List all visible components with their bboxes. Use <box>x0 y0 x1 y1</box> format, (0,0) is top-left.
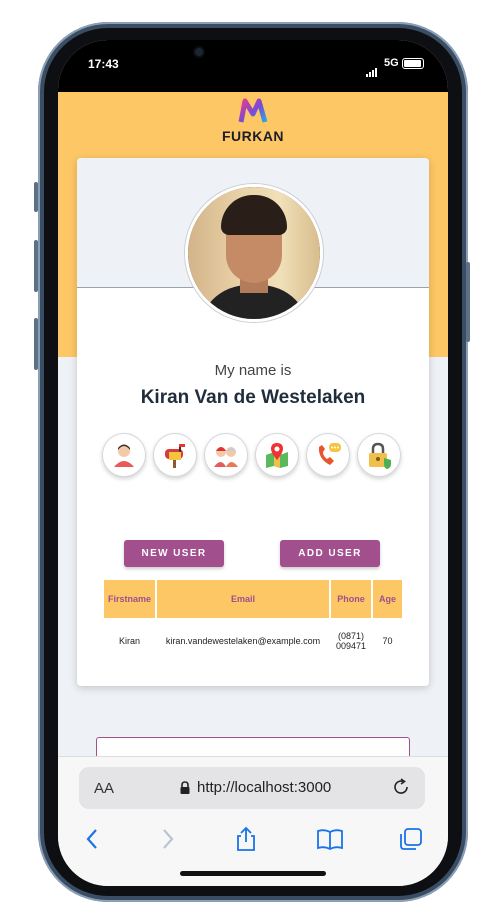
cell-phone: (0871) 009471 <box>331 620 371 662</box>
column-header-phone: Phone <box>331 580 371 618</box>
status-time: 17:43 <box>88 57 119 71</box>
screen: 17:43 5G FURKAN My name is Kiran Van de … <box>58 40 448 886</box>
power-button <box>466 262 470 342</box>
cell-firstname: Kiran <box>118 636 140 646</box>
secure-lock-icon <box>179 781 191 795</box>
cell-age: 70 <box>382 636 393 646</box>
mute-switch <box>34 182 38 212</box>
mailbox-icon[interactable] <box>153 433 197 477</box>
cell-email: kiran.vandewestelaken@example.com <box>165 636 321 646</box>
home-indicator <box>180 871 326 876</box>
reload-icon[interactable] <box>391 777 411 797</box>
forward-icon[interactable] <box>154 826 180 852</box>
cell-phone-line1: (0871) <box>337 631 364 641</box>
network-label: 5G <box>384 57 399 69</box>
volume-up-button <box>34 240 38 292</box>
column-header-email: Email <box>157 580 329 618</box>
back-icon[interactable] <box>80 826 106 852</box>
logo-mark-icon <box>218 98 288 128</box>
column-header-age: Age <box>373 580 402 618</box>
column-header-firstname: Firstname <box>104 580 155 618</box>
text-size-button[interactable]: AA <box>94 780 114 797</box>
brand-logo[interactable]: FURKAN <box>218 98 288 144</box>
status-bar: 17:43 5G <box>58 40 448 92</box>
browser-toolbar: AA http://localhost:3000 <box>58 756 448 886</box>
volume-down-button <box>34 318 38 370</box>
user-icon[interactable] <box>102 433 146 477</box>
table-header-row: Firstname Email Phone Age <box>104 580 402 618</box>
logo-text: FURKAN <box>221 128 285 144</box>
tabs-icon[interactable] <box>398 826 424 852</box>
share-icon[interactable] <box>233 826 259 852</box>
phone-chat-icon[interactable] <box>306 433 350 477</box>
cell-phone-line2: 009471 <box>335 641 367 651</box>
battery-icon <box>402 58 424 69</box>
table-row: Kiran kiran.vandewestelaken@example.com … <box>104 620 402 662</box>
profile-avatar <box>185 184 323 322</box>
lock-icon[interactable] <box>357 433 401 477</box>
users-table: Firstname Email Phone Age Kiran kiran.va… <box>102 578 404 664</box>
info-icon-row <box>102 433 412 479</box>
address-bar[interactable]: AA http://localhost:3000 <box>79 767 425 809</box>
intro-text: My name is <box>214 362 292 379</box>
profile-card: My name is Kiran Van de Westelaken NEW U… <box>77 158 429 686</box>
new-user-button[interactable]: NEW USER <box>124 540 224 567</box>
add-user-button[interactable]: ADD USER <box>280 540 380 567</box>
bookmarks-icon[interactable] <box>316 826 343 852</box>
couple-icon[interactable] <box>204 433 248 477</box>
front-camera <box>195 48 203 56</box>
signal-icon <box>366 59 378 77</box>
profile-name: Kiran Van de Westelaken <box>140 387 366 408</box>
url-text: http://localhost:3000 <box>197 779 332 796</box>
map-pin-icon[interactable] <box>255 433 299 477</box>
